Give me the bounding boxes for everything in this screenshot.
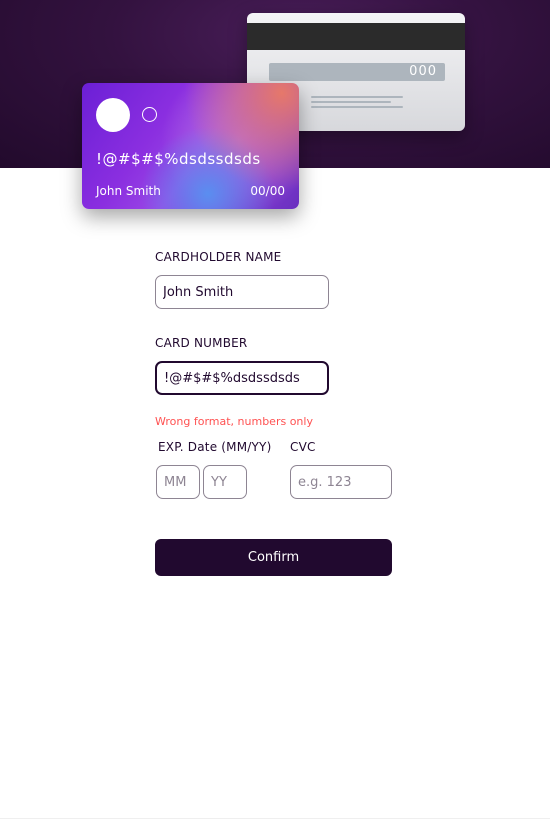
exp-date-label: EXP. Date (MM/YY) (158, 440, 272, 454)
card-back-cvc: 000 (409, 64, 437, 79)
card-number-display: !@#$#$%dsdssdsds (96, 150, 261, 168)
card-back-lines (311, 96, 405, 111)
card-front: !@#$#$%dsdssdsds John Smith 00/00 (82, 83, 299, 209)
exp-year-input[interactable] (203, 465, 247, 499)
confirm-button[interactable]: Confirm (155, 539, 392, 576)
magnetic-stripe (247, 23, 465, 50)
card-logo-circle-small (142, 107, 157, 122)
card-number-error: Wrong format, numbers only (155, 415, 313, 428)
card-logo-circle-large (96, 98, 130, 132)
signature-strip: 000 (269, 63, 445, 81)
exp-month-input[interactable] (156, 465, 200, 499)
cvc-label: CVC (290, 440, 316, 454)
card-number-label: CARD NUMBER (155, 336, 248, 350)
card-holder-display: John Smith (96, 184, 161, 198)
card-number-input[interactable] (155, 361, 329, 395)
cardholder-name-input[interactable] (155, 275, 329, 309)
cardholder-name-label: CARDHOLDER NAME (155, 250, 282, 264)
card-expiry-display: 00/00 (250, 184, 285, 198)
cvc-input[interactable] (290, 465, 392, 499)
